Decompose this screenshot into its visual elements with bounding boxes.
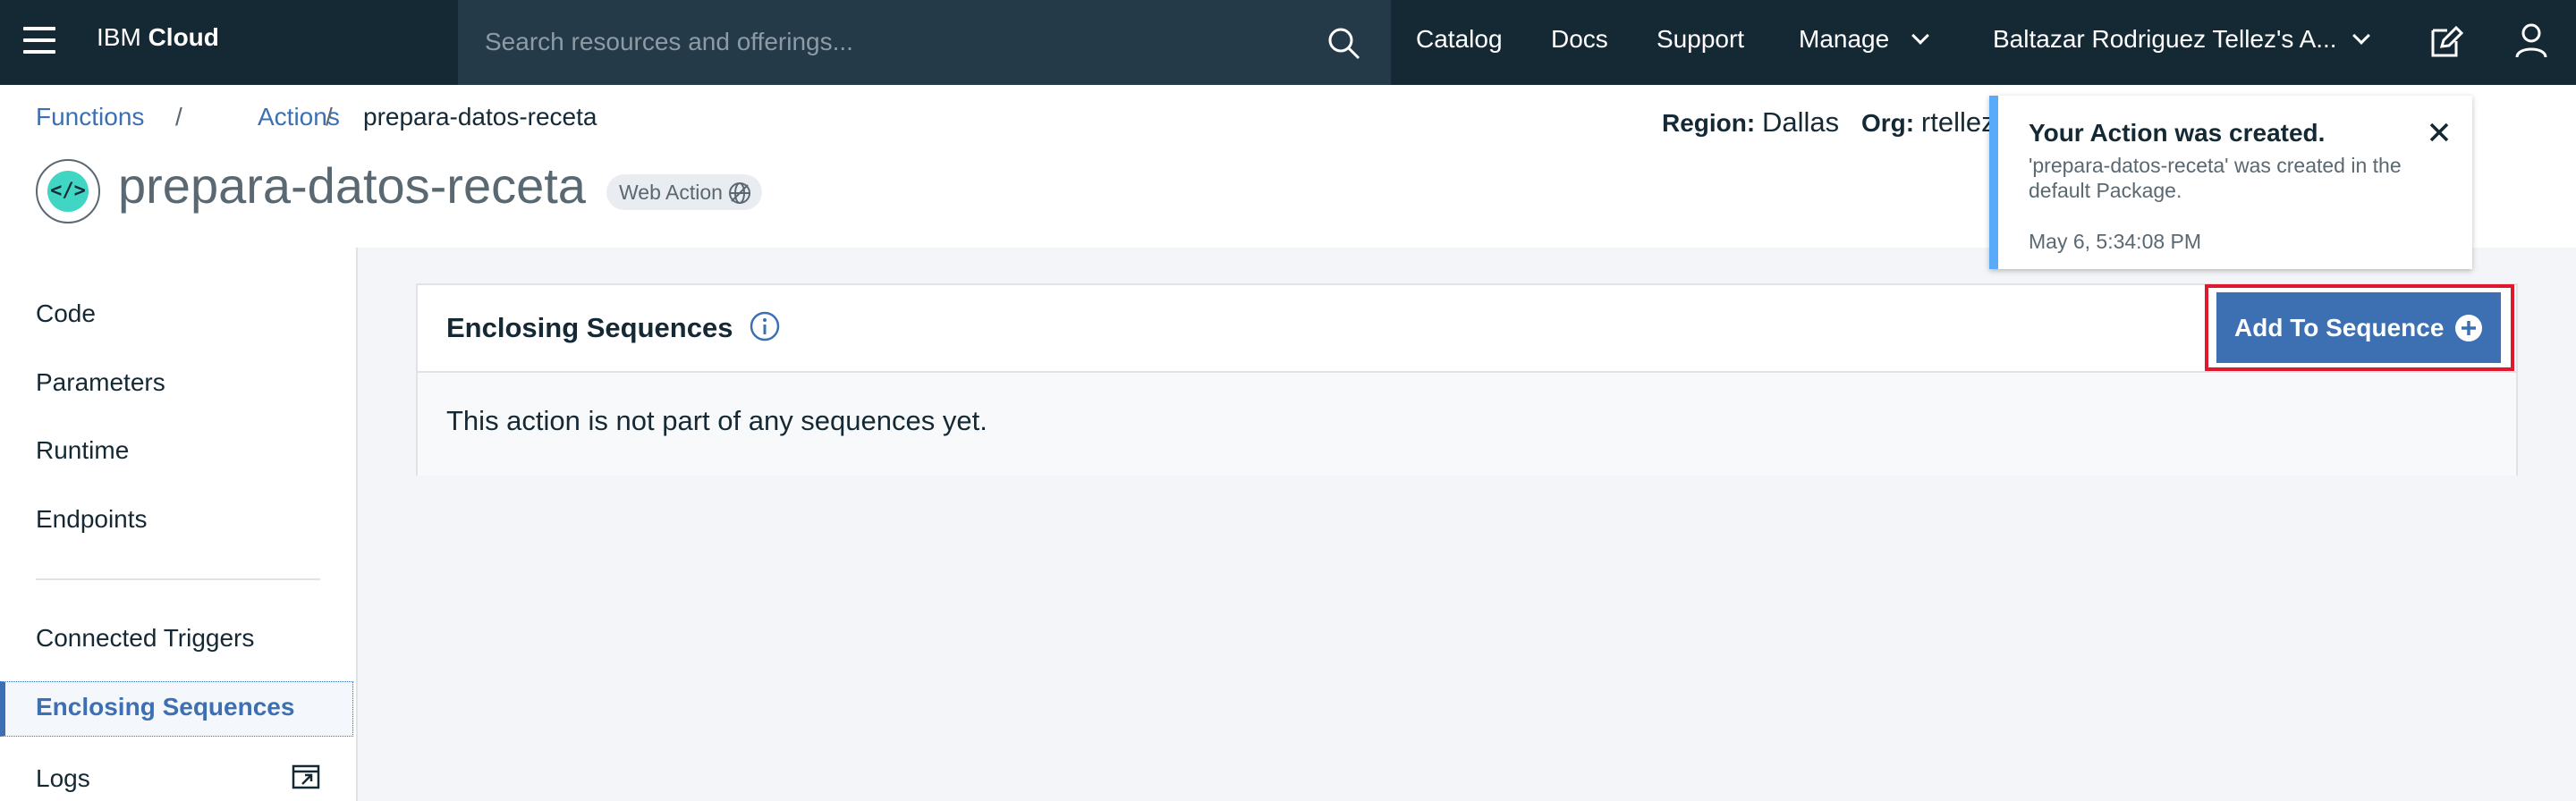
brand-prefix: IBM [97, 23, 141, 51]
action-logo-icon: </> [36, 159, 100, 223]
region-label: Region: [1662, 109, 1756, 137]
menu-icon[interactable] [23, 27, 55, 55]
sidebar-item-parameters[interactable]: Parameters [36, 368, 165, 397]
user-icon[interactable] [2512, 21, 2551, 61]
manage-menu[interactable]: Manage [1799, 25, 1930, 54]
org-info: Org: rtellez [1861, 106, 1996, 139]
manage-label: Manage [1799, 25, 1890, 53]
panel-body: This action is not part of any sequences… [418, 373, 2516, 476]
close-icon[interactable] [2428, 121, 2451, 144]
page-title: prepara-datos-receta [118, 157, 586, 214]
chevron-down-icon [2351, 27, 2370, 45]
docs-link[interactable]: Docs [1551, 25, 1608, 54]
sidebar-item-code[interactable]: Code [36, 299, 96, 328]
empty-state-message: This action is not part of any sequences… [446, 405, 987, 436]
sidebar-divider [36, 578, 320, 580]
enclosing-sequences-panel: Enclosing Sequences This action is not p… [416, 283, 2518, 476]
org-label: Org: [1861, 109, 1915, 137]
sidebar-item-enclosing-sequences[interactable]: Enclosing Sequences [0, 681, 353, 737]
globe-icon [728, 182, 750, 204]
sidebar-item-endpoints[interactable]: Endpoints [36, 505, 148, 534]
sidebar-item-label: Enclosing Sequences [36, 693, 295, 721]
region-info: Region: Dallas [1662, 106, 1839, 139]
success-toast-notification: Your Action was created. 'prepara-datos-… [1989, 96, 2472, 269]
launch-icon[interactable] [292, 764, 320, 789]
sidebar: Code Parameters Runtime Endpoints Connec… [0, 248, 358, 801]
search-icon[interactable] [1326, 25, 1361, 61]
edit-icon[interactable] [2426, 21, 2465, 61]
breadcrumb-functions[interactable]: Functions [36, 103, 144, 131]
panel-title: Enclosing Sequences [446, 312, 733, 343]
brand-logo[interactable]: IBM Cloud [97, 23, 219, 52]
breadcrumb-separator: / [175, 103, 182, 131]
web-action-badge: Web Action [606, 174, 762, 210]
panel-header: Enclosing Sequences [418, 285, 2516, 373]
account-label: Baltazar Rodriguez Tellez's A... [1993, 25, 2337, 53]
search-bar [458, 0, 1391, 85]
region-value: Dallas [1762, 106, 1840, 138]
sidebar-item-runtime[interactable]: Runtime [36, 436, 129, 465]
add-to-sequence-label: Add To Sequence [2234, 313, 2445, 341]
brand-name: Cloud [148, 23, 219, 51]
info-icon[interactable] [749, 310, 781, 342]
add-to-sequence-button[interactable]: Add To Sequence [2216, 292, 2501, 363]
toast-message: 'prepara-datos-receta' was created in th… [2029, 154, 2402, 202]
search-input[interactable] [485, 20, 1308, 64]
chevron-down-icon [1911, 27, 1930, 45]
sidebar-item-connected-triggers[interactable]: Connected Triggers [36, 624, 254, 653]
breadcrumb-separator: / [326, 103, 333, 131]
top-navigation-bar: IBM Cloud Catalog Docs Support Manage Ba… [0, 0, 2576, 85]
breadcrumb-current: prepara-datos-receta [363, 103, 597, 131]
toast-title: Your Action was created. [2029, 119, 2326, 147]
sidebar-item-logs[interactable]: Logs [36, 764, 90, 793]
support-link[interactable]: Support [1657, 25, 1744, 54]
catalog-link[interactable]: Catalog [1416, 25, 1503, 54]
toast-timestamp: May 6, 5:34:08 PM [2029, 230, 2202, 253]
org-value: rtellez [1920, 106, 1996, 138]
account-switcher[interactable]: Baltazar Rodriguez Tellez's A... [1993, 25, 2370, 54]
add-circle-icon [2455, 315, 2482, 341]
web-action-label: Web Action [619, 181, 723, 204]
